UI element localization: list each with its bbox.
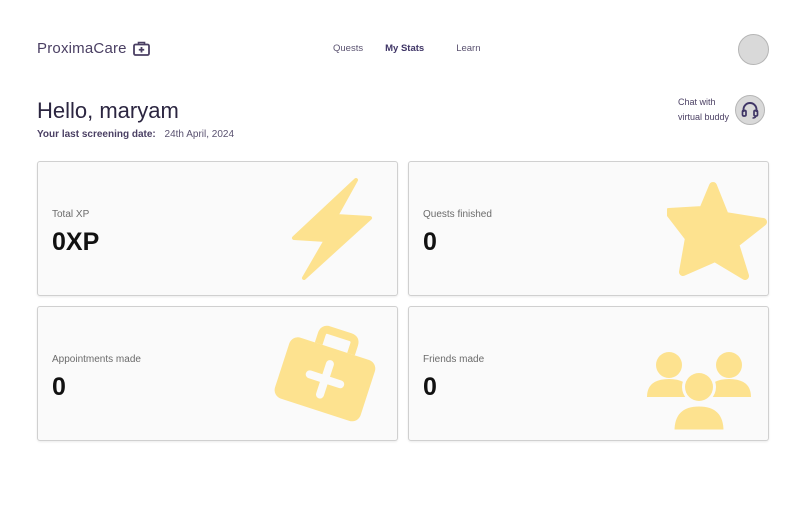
stat-label: Appointments made (52, 354, 141, 365)
medical-kit-icon (132, 41, 150, 56)
virtual-buddy-button[interactable]: Chat with virtual buddy (678, 95, 766, 125)
nav-learn[interactable]: Learn (456, 43, 480, 54)
stat-label: Total XP (52, 209, 90, 220)
screening-label: Your last screening date: (37, 129, 156, 140)
stat-value: 0XP (52, 228, 100, 256)
group-icon (647, 352, 751, 433)
buddy-line-1: Chat with (678, 97, 716, 107)
stat-value: 0 (52, 373, 66, 401)
stat-card-total-xp: Total XP 0XP (37, 161, 398, 296)
stat-label: Friends made (423, 354, 485, 365)
stat-label: Quests finished (423, 209, 492, 220)
buddy-text: Chat with virtual buddy (678, 95, 729, 125)
top-navbar: ProximaCare Quests My Stats Learn (0, 0, 806, 98)
stat-value: 0 (423, 373, 437, 401)
stat-card-appointments-made: Appointments made 0 (37, 306, 398, 441)
buddy-line-2: virtual buddy (678, 112, 730, 122)
greeting-title: Hello, maryam (37, 98, 179, 123)
nav-my-stats[interactable]: My Stats (385, 43, 424, 54)
lightning-icon (292, 178, 372, 280)
headset-icon[interactable] (735, 95, 766, 125)
star-icon (667, 182, 767, 280)
brand-logo[interactable]: ProximaCare (37, 40, 150, 57)
nav-quests[interactable]: Quests (333, 43, 363, 54)
last-screening-info: Your last screening date: 24th April, 20… (37, 129, 234, 140)
medical-case-icon (274, 325, 376, 422)
main-nav: Quests My Stats Learn (333, 43, 481, 54)
stat-card-quests-finished: Quests finished 0 (408, 161, 769, 296)
stat-value: 0 (423, 228, 437, 256)
stat-card-friends-made: Friends made 0 (408, 306, 769, 441)
brand-name: ProximaCare (37, 40, 127, 57)
user-avatar[interactable] (738, 34, 769, 65)
screening-date: 24th April, 2024 (164, 129, 235, 140)
